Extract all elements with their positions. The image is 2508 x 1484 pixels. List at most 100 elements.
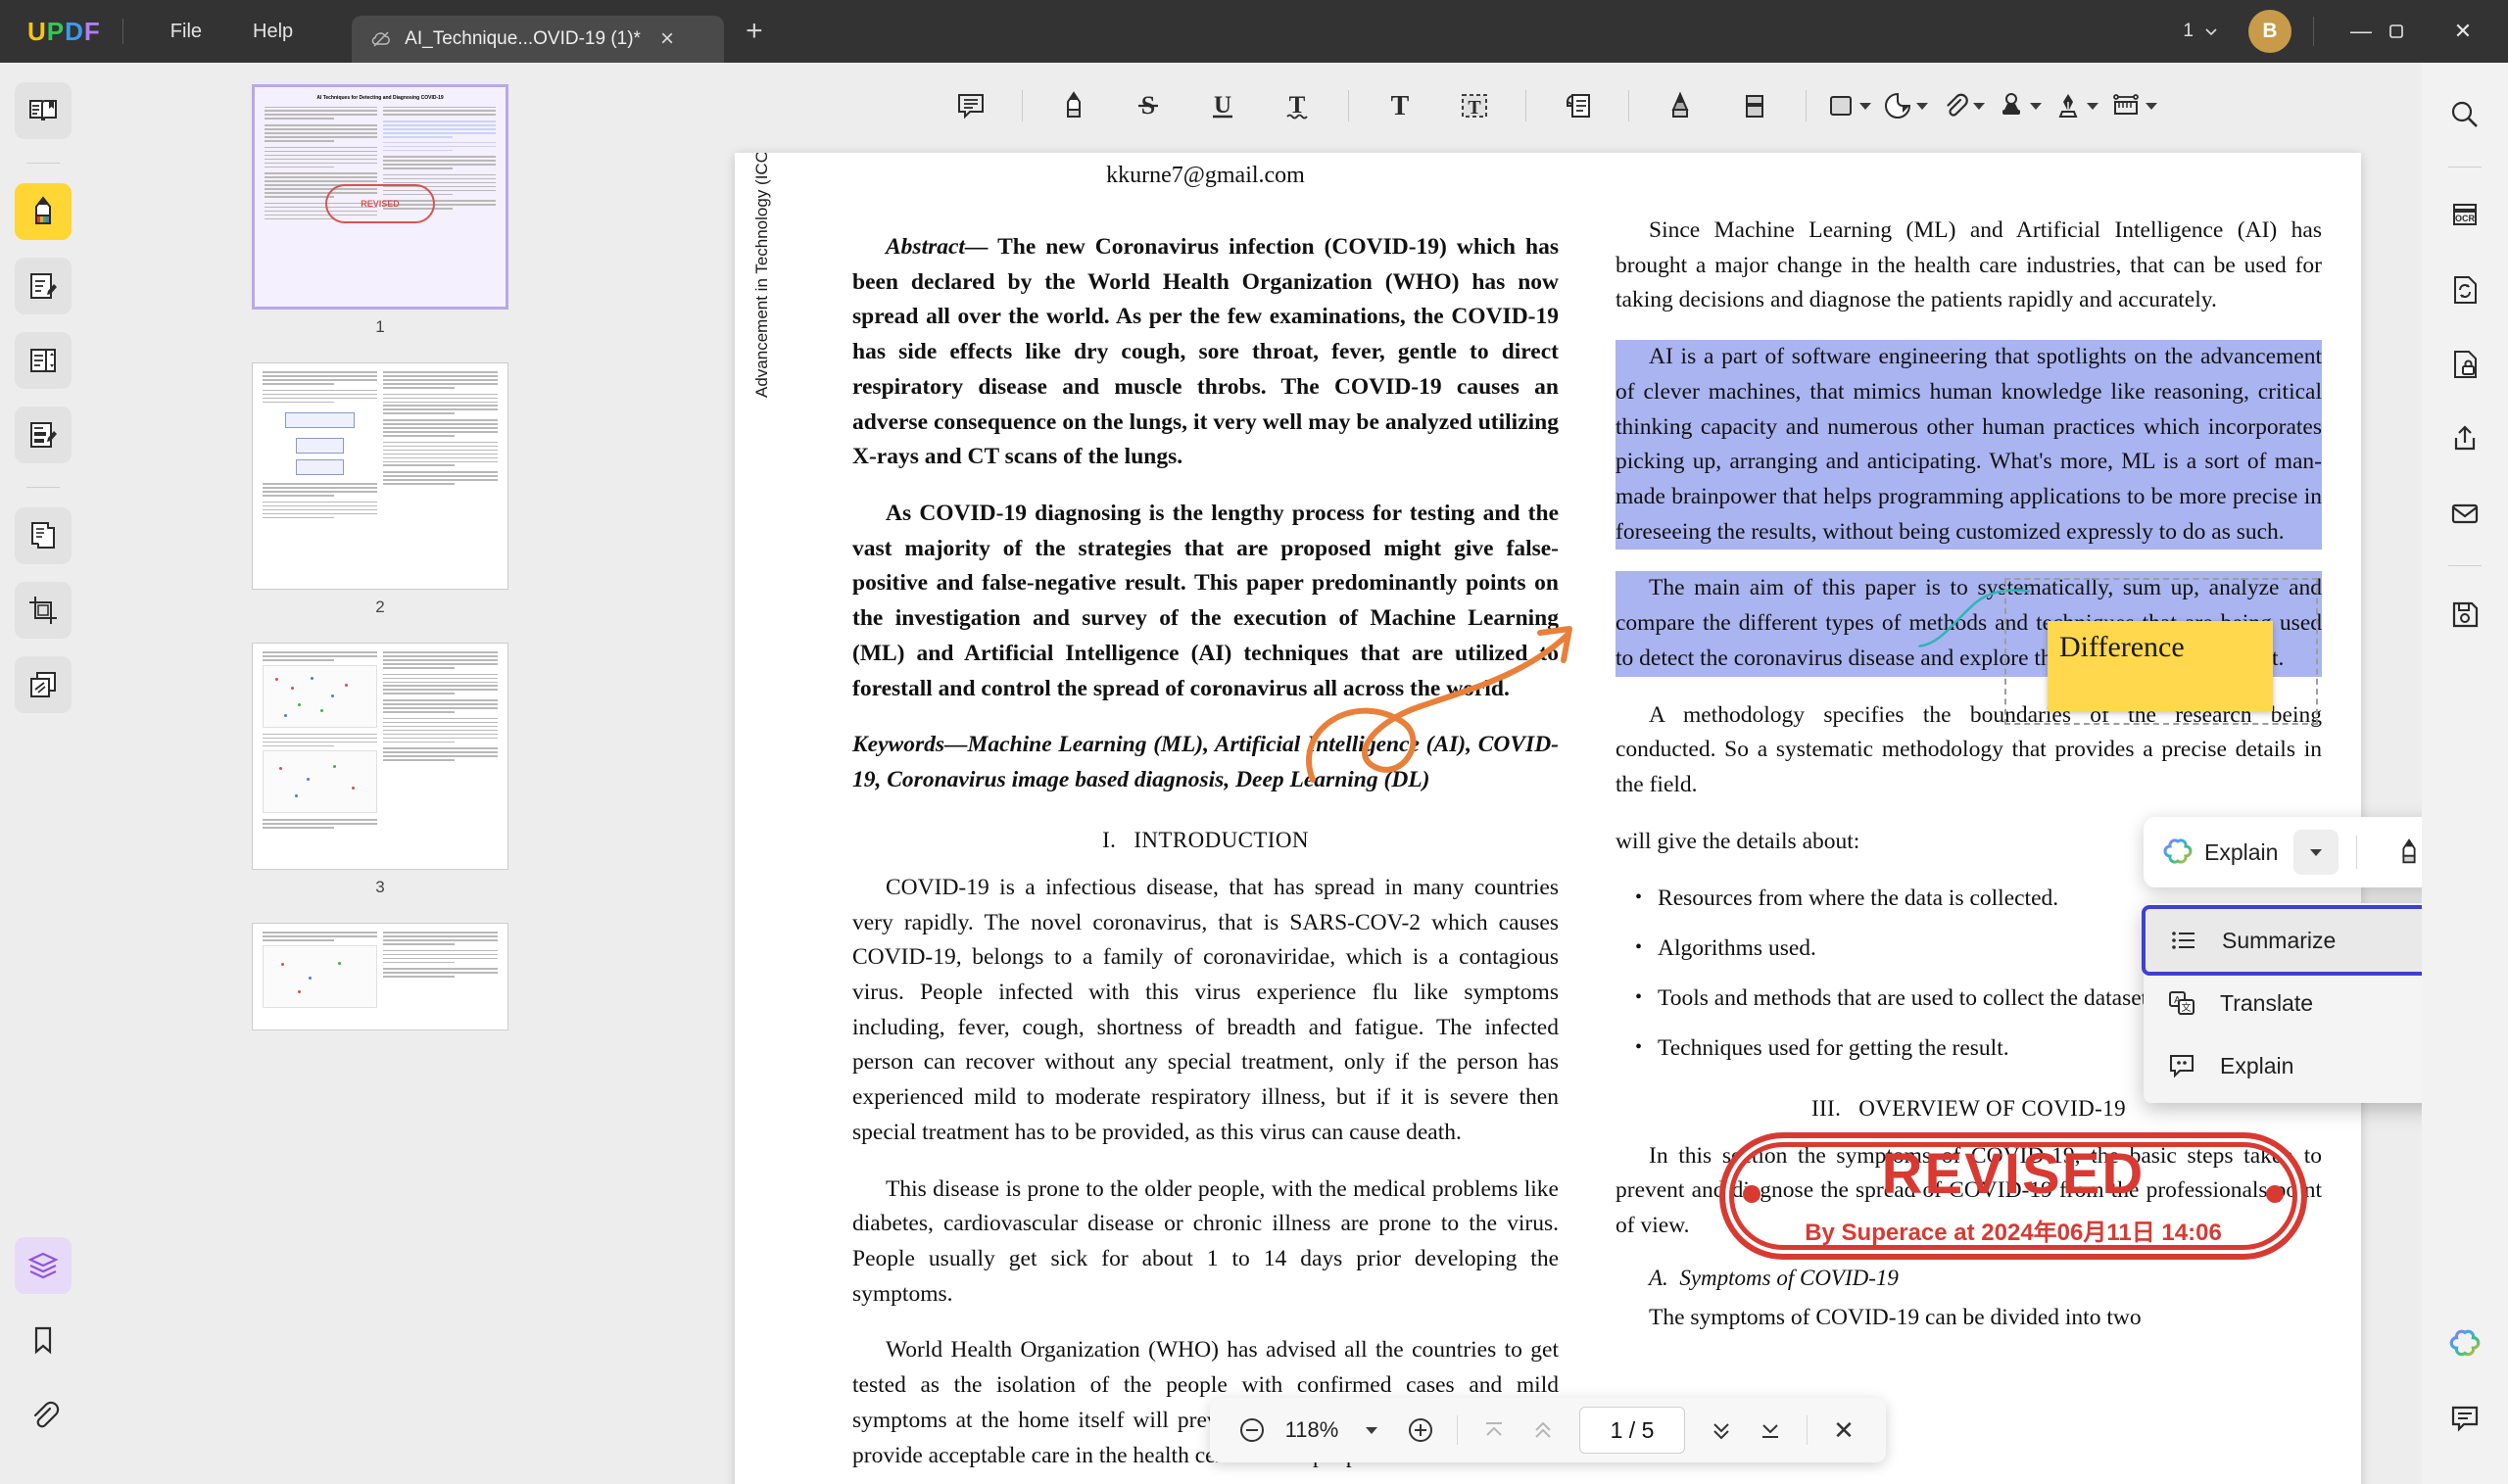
- ai-actions-menu[interactable]: Summarize A文 Translate Explain: [2144, 903, 2422, 1103]
- reader-tool[interactable]: [15, 82, 72, 139]
- pdf-page[interactable]: Advancement in Technology (ICONAT) | 978…: [735, 153, 2361, 1484]
- last-page-button[interactable]: [1746, 1406, 1795, 1455]
- ai-menu-label: Summarize: [2222, 928, 2336, 954]
- measure-tool[interactable]: [2110, 91, 2157, 120]
- thumbnail-pane[interactable]: AI Techniques for Detecting and Diagnosi…: [86, 63, 674, 1484]
- page-count-indicator[interactable]: 1: [2183, 21, 2219, 42]
- ocr-tool[interactable]: OCR: [2436, 187, 2493, 244]
- email-tool[interactable]: [2436, 485, 2493, 542]
- text-tool[interactable]: T: [1373, 78, 1427, 133]
- window-divider: [2313, 17, 2314, 46]
- ai-dropdown-toggle[interactable]: [2293, 830, 2339, 875]
- add-comment-tool[interactable]: [943, 78, 998, 133]
- thumb-scatter-1: [263, 665, 377, 728]
- convert-tool[interactable]: [15, 656, 72, 713]
- attachments-panel[interactable]: [15, 1386, 72, 1443]
- abstract-label: Abstract—: [886, 234, 988, 260]
- thumbnail-page-2[interactable]: [252, 362, 508, 590]
- thumbnail-page-4[interactable]: [252, 923, 508, 1030]
- ai-assistant[interactable]: [2436, 1316, 2493, 1372]
- new-tab-button[interactable]: +: [746, 15, 763, 48]
- zoom-out-button[interactable]: [1228, 1406, 1277, 1455]
- close-zoombar-button[interactable]: ✕: [1819, 1406, 1868, 1455]
- strikethrough-tool[interactable]: S: [1121, 78, 1176, 133]
- bullet-dot: •: [1635, 932, 1642, 966]
- thumbnail-page-3[interactable]: [252, 643, 508, 870]
- chevron-down-icon[interactable]: [1859, 103, 1871, 110]
- text-box-tool[interactable]: T: [1447, 78, 1502, 133]
- annotate-tool[interactable]: [15, 183, 72, 240]
- left-toolbar-rail: [0, 63, 86, 1484]
- svg-text:文: 文: [2182, 1001, 2192, 1014]
- squiggly-tool[interactable]: T: [1270, 78, 1325, 133]
- organize-pages-tool[interactable]: [15, 507, 72, 564]
- highlighted-paragraph-1[interactable]: AI is a part of software engineering tha…: [1616, 340, 2322, 550]
- explain-bubble-icon: [2165, 1049, 2198, 1082]
- zoom-in-button[interactable]: [1396, 1406, 1445, 1455]
- first-page-button[interactable]: [1470, 1406, 1519, 1455]
- ai-menu-item-summarize[interactable]: Summarize: [2146, 909, 2422, 972]
- chevron-down-icon[interactable]: [2146, 103, 2157, 110]
- stamp-tool[interactable]: [1997, 91, 2042, 120]
- tab-close-icon[interactable]: ×: [660, 27, 674, 51]
- comments-panel[interactable]: [2436, 1390, 2493, 1447]
- save-as-tool[interactable]: [2436, 586, 2493, 643]
- chevron-down-icon: [2203, 24, 2219, 39]
- edit-text-tool[interactable]: [15, 407, 72, 463]
- minimize-button[interactable]: —: [2336, 19, 2387, 44]
- protect-tool[interactable]: [2436, 336, 2493, 393]
- shape-tool[interactable]: [1826, 91, 1871, 120]
- search-tool[interactable]: [2436, 86, 2493, 143]
- edit-pdf-tool[interactable]: [15, 258, 72, 314]
- sticky-note-annotation[interactable]: Difference: [2048, 621, 2273, 711]
- zoom-navigation-bar[interactable]: 118% 1 / 5 ✕: [1210, 1398, 1886, 1462]
- sticker-tool[interactable]: [1883, 91, 1928, 120]
- ai-floating-toolbar[interactable]: Explain S U T: [2144, 817, 2422, 887]
- section-title: OVERVIEW OF COVID-19: [1858, 1096, 2126, 1121]
- ai-highlight-tool[interactable]: [2385, 828, 2422, 877]
- thumb-title: AI Techniques for Detecting and Diagnosi…: [265, 95, 496, 103]
- abstract-text: The new Coronavirus infection (COVID-19)…: [852, 234, 1559, 469]
- signature-tool[interactable]: [2053, 91, 2098, 120]
- zoombar-divider-2: [1807, 1415, 1808, 1445]
- chevron-down-icon[interactable]: [2087, 103, 2098, 110]
- bookmarks-panel[interactable]: [15, 1312, 72, 1368]
- zoom-dropdown-toggle[interactable]: [1347, 1406, 1396, 1455]
- convert-file-tool[interactable]: [2436, 262, 2493, 318]
- page-number-input[interactable]: 1 / 5: [1579, 1407, 1685, 1454]
- menu-file[interactable]: File: [145, 15, 227, 49]
- avatar[interactable]: B: [2248, 10, 2291, 53]
- maximize-button[interactable]: [2387, 22, 2437, 41]
- eraser-tool[interactable]: [1727, 78, 1782, 133]
- layers-panel[interactable]: [15, 1237, 72, 1294]
- underline-tool[interactable]: U: [1195, 78, 1250, 133]
- pencil-tool[interactable]: [1653, 78, 1708, 133]
- form-tool[interactable]: [15, 332, 72, 389]
- zoombar-divider: [1457, 1415, 1458, 1445]
- keywords-paragraph: Keywords—Machine Learning (ML), Artifici…: [852, 728, 1559, 797]
- ai-menu-item-translate[interactable]: A文 Translate: [2144, 972, 2422, 1034]
- zoom-level-value[interactable]: 118%: [1277, 1417, 1347, 1443]
- logo-letter-p: P: [47, 17, 65, 47]
- revised-stamp[interactable]: REVISED By Superace at 2024年06月11日 14:06: [1719, 1132, 2307, 1260]
- ai-menu-label: Explain: [2220, 1053, 2293, 1079]
- ai-menu-label: Translate: [2220, 990, 2313, 1017]
- thumbnail-page-1[interactable]: AI Techniques for Detecting and Diagnosi…: [252, 84, 508, 310]
- ai-menu-item-explain[interactable]: Explain: [2144, 1034, 2422, 1097]
- stamp-dot-left: [1743, 1185, 1760, 1203]
- prev-page-button[interactable]: [1519, 1406, 1568, 1455]
- next-page-button[interactable]: [1697, 1406, 1746, 1455]
- highlight-tool[interactable]: [1046, 78, 1101, 133]
- close-button[interactable]: ✕: [2437, 19, 2488, 44]
- chevron-down-icon[interactable]: [1973, 103, 1985, 110]
- crop-tool[interactable]: [15, 582, 72, 639]
- chevron-down-icon[interactable]: [1916, 103, 1928, 110]
- chevron-down-icon[interactable]: [2030, 103, 2042, 110]
- menu-help[interactable]: Help: [227, 15, 318, 49]
- chevron-down-icon: [2310, 849, 2322, 856]
- share-tool[interactable]: [2436, 410, 2493, 467]
- note-tool[interactable]: [1550, 78, 1605, 133]
- updf-logo: U P D F: [27, 17, 101, 47]
- document-tab[interactable]: AI_Technique...OVID-19 (1)* ×: [352, 16, 724, 63]
- attachment-tool[interactable]: [1940, 91, 1985, 120]
